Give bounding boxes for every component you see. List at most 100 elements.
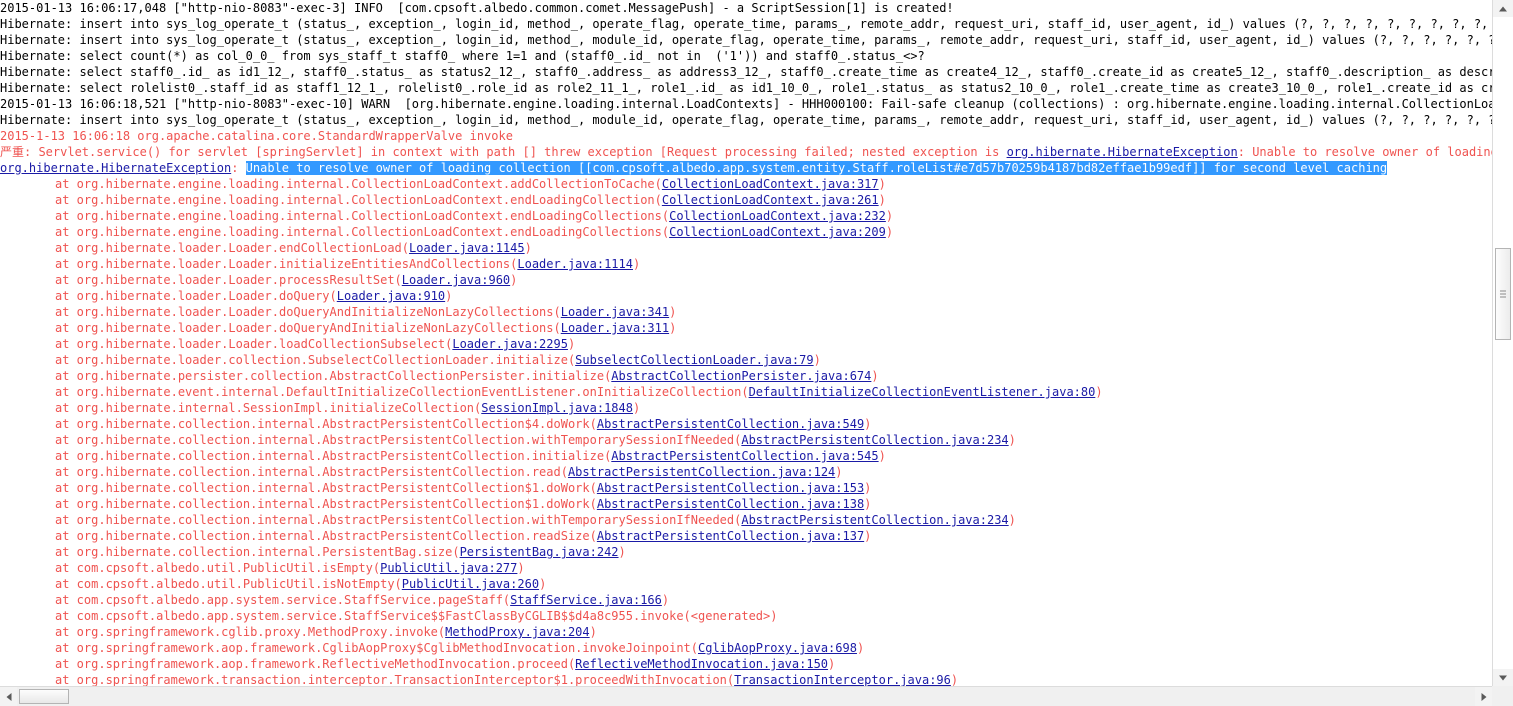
log-line[interactable]: Hibernate: select count(*) as col_0_0_ f… <box>0 48 1492 64</box>
stack-trace-link[interactable]: SessionImpl.java:1848 <box>481 401 633 415</box>
log-output-area[interactable]: 2015-01-13 16:06:17,048 ["http-nio-8083"… <box>0 0 1492 686</box>
stack-trace-link[interactable]: AbstractPersistentCollection.java:124 <box>568 465 835 479</box>
vertical-scrollbar-thumb[interactable] <box>1495 248 1511 340</box>
stack-trace-link[interactable]: CollectionLoadContext.java:209 <box>669 225 886 239</box>
vertical-scrollbar-track[interactable] <box>1493 17 1513 669</box>
stack-trace-link[interactable]: AbstractPersistentCollection.java:549 <box>597 417 864 431</box>
stack-trace-link[interactable]: SubselectCollectionLoader.java:79 <box>575 353 813 367</box>
log-line[interactable]: Hibernate: insert into sys_log_operate_t… <box>0 16 1492 32</box>
log-text: ) <box>878 177 886 191</box>
stack-trace-link[interactable]: AbstractPersistentCollection.java:138 <box>597 497 864 511</box>
log-line[interactable]: at org.hibernate.engine.loading.internal… <box>0 192 1492 208</box>
log-line[interactable]: 2015-01-13 16:06:17,048 ["http-nio-8083"… <box>0 0 1492 16</box>
log-line[interactable]: Hibernate: select rolelist0_.staff_id as… <box>0 80 1492 96</box>
log-line[interactable]: at org.hibernate.collection.internal.Abs… <box>0 464 1492 480</box>
log-text: ) <box>632 401 641 415</box>
log-line[interactable]: org.hibernate.HibernateException: Unable… <box>0 160 1492 176</box>
log-console-viewer[interactable]: 2015-01-13 16:06:17,048 ["http-nio-8083"… <box>0 0 1513 706</box>
stack-trace-link[interactable]: Loader.java:2295 <box>452 337 568 351</box>
log-line[interactable]: at com.cpsoft.albedo.app.system.service.… <box>0 592 1492 608</box>
stack-trace-link[interactable]: AbstractPersistentCollection.java:137 <box>597 529 864 543</box>
log-line[interactable]: at org.hibernate.engine.loading.internal… <box>0 176 1492 192</box>
stack-trace-link[interactable]: AbstractCollectionPersister.java:674 <box>611 369 871 383</box>
stack-trace-link[interactable]: TransactionInterceptor.java:96 <box>734 673 951 686</box>
stack-trace-link[interactable]: CollectionLoadContext.java:232 <box>669 209 886 223</box>
log-text: ) <box>524 241 532 255</box>
log-line[interactable]: at org.hibernate.engine.loading.internal… <box>0 208 1492 224</box>
log-line[interactable]: at org.hibernate.collection.internal.Abs… <box>0 512 1492 528</box>
log-line[interactable]: at org.hibernate.collection.internal.Abs… <box>0 416 1492 432</box>
log-line[interactable]: at org.hibernate.loader.Loader.endCollec… <box>0 240 1492 256</box>
stack-trace-link[interactable]: ReflectiveMethodInvocation.java:150 <box>575 657 828 671</box>
stack-trace-link[interactable]: DefaultInitializeCollectionEventListener… <box>749 385 1096 399</box>
log-line[interactable]: at org.hibernate.collection.internal.Abs… <box>0 432 1492 448</box>
log-line[interactable]: at org.hibernate.loader.Loader.doQueryAn… <box>0 304 1492 320</box>
log-line[interactable]: 2015-01-13 16:06:18,521 ["http-nio-8083"… <box>0 96 1492 112</box>
stack-trace-link[interactable]: Loader.java:1114 <box>517 257 633 271</box>
stack-trace-link[interactable]: org.hibernate.HibernateException <box>0 161 231 175</box>
log-text: ) <box>885 225 894 239</box>
log-line[interactable]: at org.hibernate.loader.Loader.processRe… <box>0 272 1492 288</box>
stack-trace-link[interactable]: PublicUtil.java:260 <box>402 577 539 591</box>
log-line[interactable]: at org.hibernate.internal.SessionImpl.in… <box>0 400 1492 416</box>
log-line[interactable]: at org.springframework.aop.framework.Cgl… <box>0 640 1492 656</box>
log-line[interactable]: at org.springframework.aop.framework.Ref… <box>0 656 1492 672</box>
log-line[interactable]: at org.hibernate.collection.internal.Abs… <box>0 496 1492 512</box>
log-text: ) <box>835 465 843 479</box>
log-line[interactable]: at org.springframework.cglib.proxy.Metho… <box>0 624 1492 640</box>
log-line[interactable]: at com.cpsoft.albedo.util.PublicUtil.isE… <box>0 560 1492 576</box>
log-text: ) <box>510 273 518 287</box>
vertical-scrollbar[interactable] <box>1492 0 1513 686</box>
log-line[interactable]: at org.hibernate.loader.Loader.doQuery(L… <box>0 288 1492 304</box>
log-text: ) <box>669 321 677 335</box>
stack-trace-link[interactable]: AbstractPersistentCollection.java:545 <box>611 449 878 463</box>
stack-trace-link[interactable]: AbstractPersistentCollection.java:234 <box>741 513 1008 527</box>
stack-trace-link[interactable]: Loader.java:341 <box>561 305 669 319</box>
log-line[interactable]: 严重: Servlet.service() for servlet [sprin… <box>0 144 1492 160</box>
stack-trace-link[interactable]: Loader.java:910 <box>337 289 445 303</box>
stack-trace-link[interactable]: PublicUtil.java:277 <box>380 561 517 575</box>
scroll-right-arrow-icon <box>1481 692 1486 701</box>
log-line[interactable]: at org.hibernate.collection.internal.Abs… <box>0 528 1492 544</box>
stack-trace-link[interactable]: org.hibernate.HibernateException <box>1007 145 1238 159</box>
log-text: at org.hibernate.collection.internal.Abs… <box>55 529 597 543</box>
scroll-up-button[interactable] <box>1493 0 1513 17</box>
log-line[interactable]: at org.hibernate.collection.internal.Abs… <box>0 448 1492 464</box>
stack-trace-link[interactable]: MethodProxy.java:204 <box>445 625 590 639</box>
log-text: ) <box>618 545 626 559</box>
log-line[interactable]: Hibernate: select staff0_.id_ as id1_12_… <box>0 64 1492 80</box>
log-line[interactable]: Hibernate: insert into sys_log_operate_t… <box>0 32 1492 48</box>
stack-trace-link[interactable]: CollectionLoadContext.java:261 <box>662 193 879 207</box>
log-line[interactable]: at org.hibernate.loader.Loader.doQueryAn… <box>0 320 1492 336</box>
stack-trace-link[interactable]: PersistentBag.java:242 <box>460 545 619 559</box>
scroll-down-arrow-icon <box>1499 675 1507 680</box>
log-line[interactable]: at org.hibernate.event.internal.DefaultI… <box>0 384 1492 400</box>
stack-trace-link[interactable]: StaffService.java:166 <box>510 593 662 607</box>
stack-trace-link[interactable]: CglibAopProxy.java:698 <box>698 641 857 655</box>
log-line[interactable]: at org.hibernate.collection.internal.Per… <box>0 544 1492 560</box>
horizontal-scrollbar-thumb[interactable] <box>19 689 69 704</box>
scroll-right-button[interactable] <box>1475 687 1492 706</box>
log-line[interactable]: 2015-1-13 16:06:18 org.apache.catalina.c… <box>0 128 1492 144</box>
stack-trace-link[interactable]: AbstractPersistentCollection.java:234 <box>741 433 1008 447</box>
log-line[interactable]: at org.hibernate.persister.collection.Ab… <box>0 368 1492 384</box>
scroll-left-button[interactable] <box>0 687 17 706</box>
log-line[interactable]: at com.cpsoft.albedo.util.PublicUtil.isN… <box>0 576 1492 592</box>
stack-trace-link[interactable]: AbstractPersistentCollection.java:153 <box>597 481 864 495</box>
stack-trace-link[interactable]: CollectionLoadContext.java:317 <box>662 177 879 191</box>
log-line[interactable]: at org.springframework.transaction.inter… <box>0 672 1492 686</box>
log-line[interactable]: at org.hibernate.loader.collection.Subse… <box>0 352 1492 368</box>
log-line[interactable]: at org.hibernate.loader.Loader.initializ… <box>0 256 1492 272</box>
log-line[interactable]: Hibernate: insert into sys_log_operate_t… <box>0 112 1492 128</box>
scroll-up-arrow-icon <box>1499 6 1507 11</box>
stack-trace-link[interactable]: Loader.java:311 <box>561 321 669 335</box>
log-line[interactable]: at org.hibernate.collection.internal.Abs… <box>0 480 1492 496</box>
horizontal-scrollbar[interactable] <box>0 686 1513 706</box>
log-text: ) <box>864 417 872 431</box>
scroll-down-button[interactable] <box>1493 669 1513 686</box>
log-line[interactable]: at org.hibernate.loader.Loader.loadColle… <box>0 336 1492 352</box>
log-line[interactable]: at org.hibernate.engine.loading.internal… <box>0 224 1492 240</box>
stack-trace-link[interactable]: Loader.java:1145 <box>409 241 525 255</box>
log-line[interactable]: at com.cpsoft.albedo.app.system.service.… <box>0 608 1492 624</box>
stack-trace-link[interactable]: Loader.java:960 <box>402 273 510 287</box>
